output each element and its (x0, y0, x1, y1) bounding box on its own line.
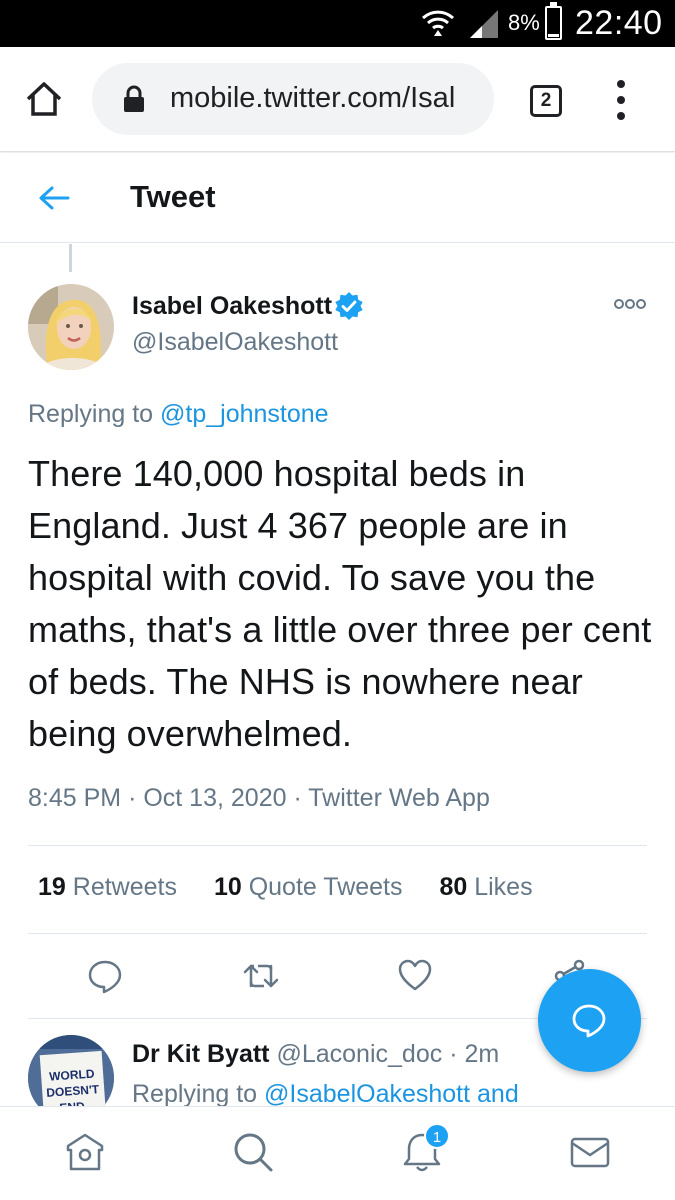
home-icon[interactable] (24, 79, 64, 119)
replying-prefix: Replying to (28, 400, 154, 428)
tab-switcher-button[interactable]: 2 (530, 85, 562, 117)
compose-reply-button[interactable] (538, 969, 641, 1072)
browser-toolbar: mobile.twitter.com/Isal 2 (0, 47, 675, 152)
quotes-label: Quote Tweets (248, 873, 403, 901)
quote-tweets-stat[interactable]: 10 Quote Tweets (214, 873, 403, 902)
avatar[interactable] (28, 284, 114, 370)
thread-connector (69, 244, 72, 272)
url-text: mobile.twitter.com/Isal (170, 82, 456, 114)
quotes-count: 10 (213, 873, 242, 901)
reply-replying-link[interactable]: @IsabelOakeshott and (264, 1080, 519, 1108)
home-nav-icon[interactable] (64, 1131, 106, 1173)
divider (28, 845, 647, 846)
tweet-time[interactable]: 8:45 PM (28, 784, 121, 812)
reply-time[interactable]: 2m (464, 1040, 499, 1068)
retweet-icon[interactable] (242, 958, 280, 994)
browser-menu-icon[interactable] (612, 80, 632, 122)
retweets-stat[interactable]: 19 Retweets (38, 873, 177, 902)
messages-envelope-icon[interactable] (569, 1131, 611, 1173)
compose-reply-icon (572, 1004, 606, 1038)
author-name[interactable]: Isabel Oakeshott (132, 292, 332, 321)
reply-icon[interactable] (87, 958, 123, 994)
divider (28, 933, 647, 934)
lock-icon (124, 85, 144, 112)
reply-author-handle[interactable]: @Laconic_doc (276, 1040, 442, 1068)
likes-label: Likes (474, 873, 533, 901)
signal-icon (470, 10, 498, 38)
notifications-badge: 1 (424, 1123, 450, 1149)
verified-badge-icon (335, 292, 363, 320)
search-nav-icon[interactable] (232, 1131, 274, 1173)
meta-separator: · (128, 784, 137, 812)
address-bar[interactable]: mobile.twitter.com/Isal (92, 63, 494, 135)
bottom-navigation: 1 (0, 1106, 675, 1200)
likes-stat[interactable]: 80 Likes (439, 873, 532, 902)
like-heart-icon[interactable] (397, 958, 433, 992)
wifi-icon (421, 10, 455, 36)
meta-separator: · (449, 1040, 458, 1068)
tweet-text: There 140,000 hospital beds in England. … (28, 453, 652, 754)
author-handle[interactable]: @IsabelOakeshott (132, 328, 338, 357)
battery-icon (545, 2, 562, 40)
back-arrow-icon[interactable] (38, 185, 70, 211)
tweet-stats: 19 Retweets 10 Quote Tweets 80 Likes (38, 873, 563, 902)
page-title: Tweet (130, 179, 216, 214)
retweets-label: Retweets (72, 873, 177, 901)
reply-author-name[interactable]: Dr Kit Byatt (132, 1040, 270, 1068)
more-options-icon[interactable] (614, 298, 646, 310)
tweet-meta: 8:45 PM · Oct 13, 2020 · Twitter Web App (28, 784, 490, 813)
status-bar: 8% 22:40 (0, 0, 675, 47)
tweet-source[interactable]: Twitter Web App (308, 784, 490, 812)
clock: 22:40 (575, 4, 663, 42)
retweets-count: 19 (38, 873, 66, 901)
tweet-date[interactable]: Oct 13, 2020 (143, 784, 286, 812)
likes-count: 80 (439, 873, 468, 901)
replying-to: Replying to @tp_johnstone (28, 400, 329, 429)
battery-percent: 8% (508, 10, 540, 35)
meta-separator: · (293, 784, 302, 812)
reply-replying-to: Replying to @IsabelOakeshott and (132, 1080, 519, 1109)
reply-replying-prefix: Replying to (132, 1080, 258, 1108)
page-header: Tweet (0, 153, 675, 243)
replying-to-link[interactable]: @tp_johnstone (160, 400, 329, 428)
reply-header: Dr Kit Byatt @Laconic_doc · 2m (132, 1040, 499, 1069)
